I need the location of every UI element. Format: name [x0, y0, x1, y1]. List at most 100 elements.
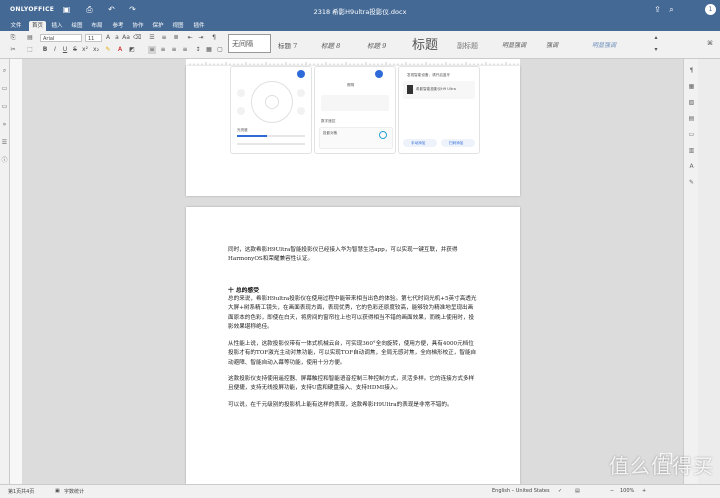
word-count[interactable]: 字数统计	[64, 488, 84, 495]
cut-icon[interactable]: ✂	[9, 46, 17, 54]
shape-settings-icon[interactable]: ▭	[688, 131, 695, 138]
header-footer-settings-icon[interactable]: ▤	[688, 115, 695, 122]
image-settings-icon[interactable]: ▨	[688, 99, 695, 106]
paragraph-1[interactable]: 同时，这款希影H9Ultra智能投影仪已经接入华为智慧生活app，可以实现一键互…	[228, 246, 478, 265]
status-bar: 第1页共4页 ▣ 字数统计 English – United States ✓ …	[0, 484, 720, 498]
style-intense-emphasis[interactable]: 明显强调	[502, 35, 546, 57]
style-heading-8[interactable]: 标题 8	[321, 35, 361, 57]
borders-icon[interactable]: ▢	[216, 46, 224, 54]
manual-add-label: 手动添加	[411, 141, 426, 145]
tab-home[interactable]: 首页	[29, 21, 46, 31]
justify-icon[interactable]: ≡	[181, 46, 189, 54]
tab-references[interactable]: 参考	[110, 21, 126, 31]
style-subtitle[interactable]: 副标题	[457, 35, 499, 57]
textart-settings-icon[interactable]: A	[688, 163, 695, 170]
strikethrough-icon[interactable]: S	[71, 46, 79, 54]
paragraph-5[interactable]: 可以说，在千元级别的投影机上能有这样的表现，这款希影H9Ultra的表现是非常不…	[228, 401, 478, 410]
select-all-icon[interactable]: ⬚	[26, 46, 34, 54]
power-button-icon-2	[375, 70, 383, 78]
clear-format-icon[interactable]: ⌫	[133, 34, 141, 42]
tab-layout[interactable]: 布局	[89, 21, 105, 31]
table-settings-icon[interactable]: ▦	[688, 83, 695, 90]
projection-focus-label: 投影对焦	[323, 131, 338, 135]
share-icon[interactable]: ⇪	[653, 5, 662, 14]
chart-settings-icon[interactable]: ▥	[688, 147, 695, 154]
paragraph-4[interactable]: 这款投影仪支持使用遥控器、屏幕触控和智能语音控制三种控制方式，灵活多样。它的连接…	[228, 375, 478, 394]
style-heading-7[interactable]: 标题 7	[278, 35, 318, 57]
style-heading-9[interactable]: 标题 9	[367, 35, 407, 57]
search-icon[interactable]: ⌕	[1, 67, 8, 74]
style-no-spacing[interactable]: 无间隔	[228, 34, 271, 53]
search-icon[interactable]: ⌕	[667, 5, 676, 14]
font-name-select[interactable]: Arial	[40, 34, 82, 42]
highlight-icon[interactable]: ✎	[104, 46, 112, 54]
tab-protect[interactable]: 保护	[150, 21, 166, 31]
page-counter[interactable]: 第1页共4页	[8, 488, 34, 495]
gallery-up-icon[interactable]: ▴	[652, 34, 660, 42]
multilevel-list-icon[interactable]: ≣	[172, 34, 180, 42]
paragraph-3[interactable]: 从性能上说，这款投影仪带有一体式机械云台，可实现360°全向旋转，使用方便，具有…	[228, 340, 478, 368]
underline-icon[interactable]: U	[61, 46, 69, 54]
copy-icon[interactable]: ⎘	[9, 34, 17, 42]
zoom-in-icon[interactable]: +	[642, 488, 646, 494]
settings-icon	[297, 107, 305, 115]
tab-draw[interactable]: 绘图	[69, 21, 85, 31]
style-title[interactable]: 标题	[412, 35, 454, 57]
font-size-select[interactable]: 11	[85, 34, 102, 42]
style-intense-quote[interactable]: 明显强调	[592, 35, 636, 57]
user-avatar[interactable]: 1	[705, 4, 716, 15]
document-page-2[interactable]: 同时，这款希影H9Ultra智能投影仪已经接入华为智慧生活app，可以实现一键互…	[186, 207, 520, 484]
nonprinting-characters-icon[interactable]: ¶	[210, 34, 218, 42]
spellcheck-icon[interactable]: ✓	[558, 488, 562, 494]
bullets-icon[interactable]: ☰	[148, 34, 156, 42]
align-right-icon[interactable]: ≡	[170, 46, 178, 54]
subscript-icon[interactable]: x₂	[92, 46, 100, 54]
gallery-down-icon[interactable]: ▾	[652, 46, 660, 54]
brightness-label: 光亮度	[237, 128, 248, 132]
tab-view[interactable]: 视图	[170, 21, 186, 31]
digital-remote-label: 数字遥控	[321, 119, 336, 123]
paragraph-settings-icon[interactable]: ¶	[688, 67, 695, 74]
zoom-level[interactable]: 100%	[620, 488, 634, 494]
device-name: 希影智能投影仪H9 Ultra	[416, 87, 457, 91]
chat-icon[interactable]: ▭	[1, 103, 8, 110]
paragraph-shading-icon[interactable]: ▦	[205, 46, 213, 54]
home-icon	[237, 89, 245, 97]
italic-icon[interactable]: I	[51, 46, 59, 54]
zoom-out-icon[interactable]: −	[610, 488, 614, 494]
decrease-indent-icon[interactable]: ⇤	[186, 34, 194, 42]
superscript-icon[interactable]: x²	[81, 46, 89, 54]
tab-collaborate[interactable]: 协作	[130, 21, 146, 31]
decrease-font-icon[interactable]: a	[113, 34, 121, 42]
word-count-icon[interactable]: ▣	[55, 488, 60, 494]
section-heading[interactable]: 十 总的感受	[228, 285, 259, 294]
paragraph-2[interactable]: 总的来说，希影H9ultra投影仪在使用过程中能带来相当出色的体验。第七代时间光…	[228, 295, 478, 332]
plugins-icon[interactable]: ☰	[1, 139, 8, 146]
title-bar: ONLYOFFICE ▣ ⎙ ↶ ↷ 2318 希影H9ultra投影仪.doc…	[0, 0, 720, 20]
about-icon[interactable]: ⓘ	[1, 157, 8, 164]
copy-style-icon[interactable]: ⌘	[706, 40, 714, 48]
document-title: 2318 希影H9ultra投影仪.docx	[313, 8, 407, 16]
paste-icon[interactable]: ▤	[26, 34, 34, 42]
numbering-icon[interactable]: ≡	[160, 34, 168, 42]
navigation-icon[interactable]: »	[1, 121, 8, 128]
increase-indent-icon[interactable]: ⇥	[197, 34, 205, 42]
align-left-icon[interactable]: ≡	[148, 46, 156, 54]
left-sidebar: ⌕ ▭ ▭ » ☰ ⓘ	[0, 59, 10, 484]
tab-insert[interactable]: 插入	[49, 21, 65, 31]
align-center-icon[interactable]: ≡	[159, 46, 167, 54]
bold-icon[interactable]: B	[41, 46, 49, 54]
style-emphasis[interactable]: 强调	[546, 35, 586, 57]
comments-icon[interactable]: ▭	[1, 85, 8, 92]
language-select[interactable]: English – United States	[492, 488, 550, 494]
track-changes-icon[interactable]: ▤	[575, 488, 580, 494]
shading-icon[interactable]: ◩	[128, 46, 136, 54]
line-spacing-icon[interactable]: ↕	[194, 46, 202, 54]
tab-file[interactable]: 文件	[8, 21, 24, 31]
change-case-icon[interactable]: Aa	[122, 34, 130, 42]
volume-track	[237, 143, 305, 145]
font-color-icon[interactable]: A	[116, 46, 124, 54]
increase-font-icon[interactable]: A	[104, 34, 112, 42]
signature-settings-icon[interactable]: ✎	[688, 179, 695, 186]
tab-plugins[interactable]: 插件	[191, 21, 207, 31]
